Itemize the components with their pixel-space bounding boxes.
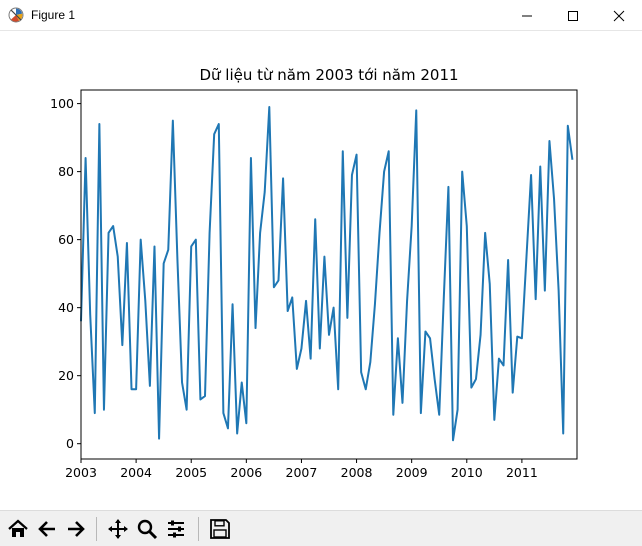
y-tick-label: 100: [50, 96, 74, 111]
configure-subplots-icon: [168, 520, 184, 538]
x-tick-label: 2003: [65, 465, 97, 480]
y-axis: 0 20 40 60 80 100: [50, 96, 81, 451]
save-icon: [210, 519, 230, 539]
y-tick-label: 0: [66, 436, 74, 451]
line-layer: [80, 106, 574, 442]
series-line: [80, 106, 574, 442]
save-button[interactable]: [206, 515, 234, 543]
y-tick-label: 80: [58, 164, 74, 179]
pan-button[interactable]: [104, 515, 132, 543]
maximize-icon: [568, 11, 578, 21]
x-tick-label: 2006: [230, 465, 262, 480]
pan-icon: [108, 519, 128, 539]
navigation-toolbar: [0, 510, 642, 546]
configure-subplots-button[interactable]: [162, 515, 190, 543]
forward-arrow-icon: [68, 521, 85, 537]
x-tick-label: 2004: [120, 465, 152, 480]
minimize-icon: [522, 15, 532, 17]
forward-button[interactable]: [62, 515, 90, 543]
x-tick-label: 2008: [341, 465, 373, 480]
y-tick-label: 60: [58, 232, 74, 247]
x-axis: 2003 2004 2005 2006 2007 2008 2009 2010 2011: [65, 459, 538, 480]
y-tick-label: 20: [58, 368, 74, 383]
figure-canvas[interactable]: Dữ liệu từ năm 2003 tới năm 2011 2003 200…: [0, 31, 642, 510]
x-tick-label: 2010: [451, 465, 483, 480]
zoom-button[interactable]: [133, 515, 161, 543]
close-button[interactable]: [596, 0, 642, 31]
toolbar-separator: [96, 517, 97, 541]
x-tick-label: 2011: [506, 465, 538, 480]
chart-title: Dữ liệu từ năm 2003 tới năm 2011: [199, 66, 458, 84]
back-button[interactable]: [33, 515, 61, 543]
x-tick-label: 2007: [286, 465, 318, 480]
x-tick-label: 2009: [396, 465, 428, 480]
minimize-button[interactable]: [504, 0, 550, 31]
home-button[interactable]: [4, 515, 32, 543]
back-arrow-icon: [38, 521, 55, 537]
window-title: Figure 1: [31, 8, 76, 22]
maximize-button[interactable]: [550, 0, 596, 31]
home-icon: [8, 519, 28, 537]
toolbar-separator: [198, 517, 199, 541]
zoom-icon: [137, 519, 158, 540]
y-tick-label: 40: [58, 300, 74, 315]
close-icon: [613, 10, 625, 22]
app-icon: [8, 7, 24, 23]
x-tick-label: 2005: [175, 465, 207, 480]
chart: Dữ liệu từ năm 2003 tới năm 2011 2003 200…: [50, 66, 578, 480]
title-bar: Figure 1: [0, 0, 642, 31]
